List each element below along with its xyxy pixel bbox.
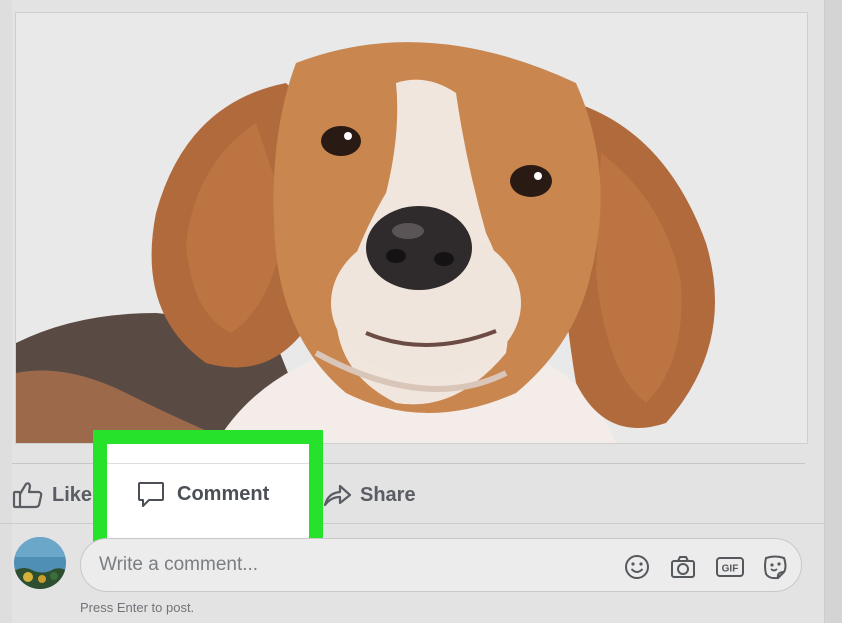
- like-label: Like: [52, 483, 93, 506]
- highlight-divider: [107, 463, 309, 464]
- comment-button[interactable]: Comment: [137, 480, 269, 508]
- left-edge: [0, 0, 12, 623]
- gif-icon[interactable]: GIF: [715, 553, 745, 581]
- gif-frame: GIF: [716, 557, 744, 577]
- comment-label: Comment: [177, 482, 270, 505]
- like-button[interactable]: Like: [12, 476, 92, 514]
- share-label: Share: [360, 483, 416, 506]
- share-button[interactable]: Share: [322, 476, 416, 514]
- comment-button-highlight: Comment: [93, 430, 323, 555]
- emoji-icon[interactable]: [623, 553, 651, 581]
- gif-label: GIF: [722, 564, 739, 575]
- sticker-icon[interactable]: [761, 553, 789, 581]
- beagle-image: [16, 13, 807, 443]
- comment-composer[interactable]: GIF: [80, 538, 802, 592]
- press-enter-hint: Press Enter to post.: [80, 600, 195, 615]
- comment-input[interactable]: [99, 551, 599, 579]
- avatar[interactable]: [14, 537, 66, 589]
- speech-bubble-icon: [138, 482, 164, 507]
- right-scroll-rail[interactable]: [825, 0, 842, 623]
- post-photo[interactable]: [15, 12, 808, 444]
- thumbs-up-icon: [12, 482, 43, 509]
- share-arrow-icon: [323, 484, 352, 507]
- avatar-image: [14, 537, 66, 589]
- camera-icon[interactable]: [669, 553, 697, 581]
